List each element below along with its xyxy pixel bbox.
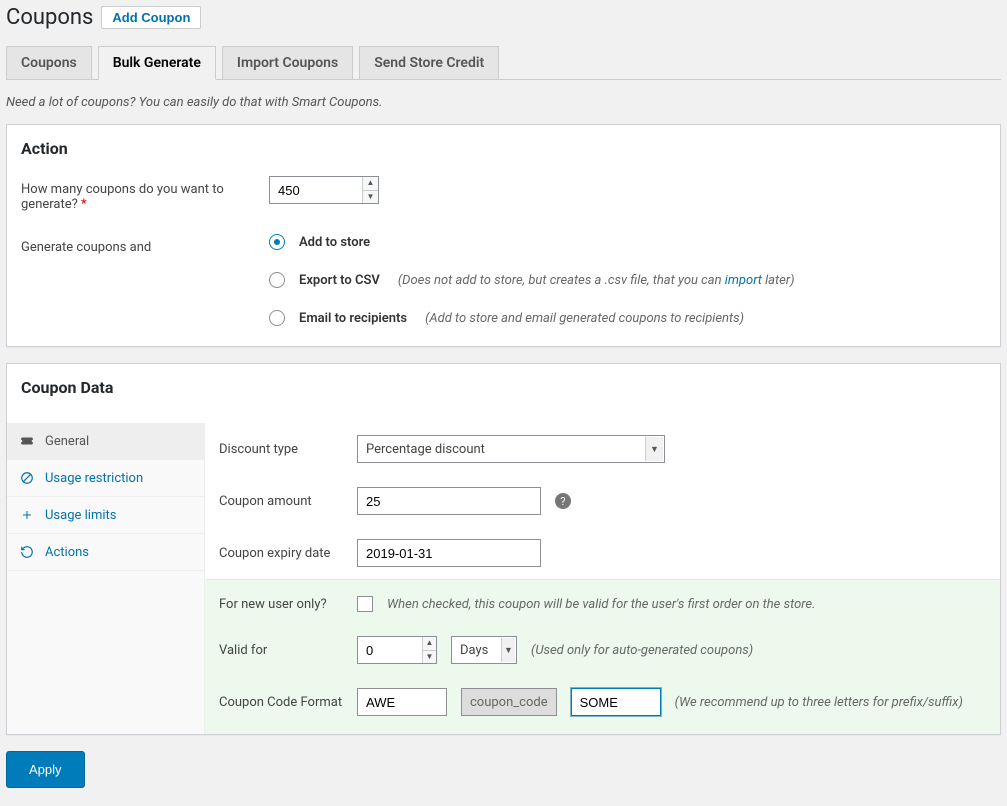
radio-export-csv-label: Export to CSV: [299, 273, 380, 288]
ticket-icon: [19, 433, 35, 449]
coupon-data-heading: Coupon Data: [21, 378, 986, 397]
count-stepper-down[interactable]: ▼: [363, 191, 378, 204]
valid-for-stepper-down[interactable]: ▼: [423, 651, 436, 664]
plus-icon: [19, 507, 35, 523]
coupon-data-panel: Coupon Data General Usage restriction Us…: [6, 363, 1001, 735]
code-mid-placeholder: coupon_code: [461, 688, 557, 716]
new-user-label: For new user only?: [219, 597, 343, 612]
coupon-expiry-input[interactable]: [357, 539, 541, 567]
valid-for-unit-value: Days: [460, 643, 488, 658]
apply-button[interactable]: Apply: [6, 751, 85, 788]
tab-bulk-generate[interactable]: Bulk Generate: [98, 46, 216, 80]
code-prefix-input[interactable]: [357, 688, 447, 716]
radio-email-recipients-label: Email to recipients: [299, 311, 407, 326]
valid-for-stepper-up[interactable]: ▲: [423, 637, 436, 651]
tab-coupons[interactable]: Coupons: [6, 46, 92, 80]
refresh-icon: [19, 544, 35, 560]
side-tab-usage-limits[interactable]: Usage limits: [7, 497, 204, 534]
side-tab-label: Usage restriction: [45, 471, 143, 486]
radio-email-recipients[interactable]: [269, 310, 285, 326]
valid-for-unit-select[interactable]: Days ▼: [451, 636, 517, 664]
tab-import-coupons[interactable]: Import Coupons: [222, 46, 353, 80]
side-tab-general[interactable]: General: [7, 423, 204, 460]
tab-send-store-credit[interactable]: Send Store Credit: [359, 46, 499, 80]
export-csv-hint: (Does not add to store, but creates a .c…: [398, 273, 795, 288]
count-stepper-up[interactable]: ▲: [363, 177, 378, 191]
email-recipients-hint: (Add to store and email generated coupon…: [425, 311, 744, 326]
help-icon[interactable]: ?: [555, 493, 571, 509]
side-tab-label: General: [45, 434, 89, 449]
chevron-down-icon: ▼: [501, 638, 515, 662]
required-marker: *: [81, 197, 87, 212]
new-user-checkbox[interactable]: [357, 596, 373, 612]
page-title: Coupons: [6, 5, 93, 30]
action-heading: Action: [21, 139, 986, 158]
discount-type-label: Discount type: [219, 442, 343, 457]
side-tab-label: Actions: [45, 545, 89, 560]
radio-export-csv[interactable]: [269, 272, 285, 288]
radio-add-to-store[interactable]: [269, 234, 285, 250]
coupon-side-tabs: General Usage restriction Usage limits A…: [7, 423, 205, 734]
code-format-hint: (We recommend up to three letters for pr…: [675, 695, 963, 710]
coupon-amount-label: Coupon amount: [219, 494, 343, 509]
chevron-down-icon: ▼: [645, 437, 663, 461]
valid-for-hint: (Used only for auto-generated coupons): [531, 643, 753, 658]
page-subtitle: Need a lot of coupons? You can easily do…: [6, 95, 1001, 110]
import-link[interactable]: import: [725, 273, 762, 288]
discount-type-select[interactable]: Percentage discount ▼: [357, 435, 665, 463]
coupon-expiry-label: Coupon expiry date: [219, 546, 343, 561]
new-user-hint: When checked, this coupon will be valid …: [387, 597, 815, 612]
code-format-label: Coupon Code Format: [219, 695, 343, 710]
side-tab-actions[interactable]: Actions: [7, 534, 204, 571]
action-panel: Action How many coupons do you want to g…: [6, 124, 1001, 347]
discount-type-value: Percentage discount: [366, 442, 485, 457]
mode-label: Generate coupons and: [21, 234, 269, 326]
count-label: How many coupons do you want to generate…: [21, 182, 224, 212]
side-tab-label: Usage limits: [45, 508, 116, 523]
no-entry-icon: [19, 470, 35, 486]
side-tab-usage-restriction[interactable]: Usage restriction: [7, 460, 204, 497]
radio-add-to-store-label: Add to store: [299, 235, 370, 250]
coupon-amount-input[interactable]: [357, 487, 541, 515]
code-suffix-input[interactable]: [571, 688, 661, 716]
tabs-bar: Coupons Bulk Generate Import Coupons Sen…: [6, 46, 1001, 80]
add-coupon-button[interactable]: Add Coupon: [101, 6, 201, 29]
valid-for-label: Valid for: [219, 643, 343, 658]
